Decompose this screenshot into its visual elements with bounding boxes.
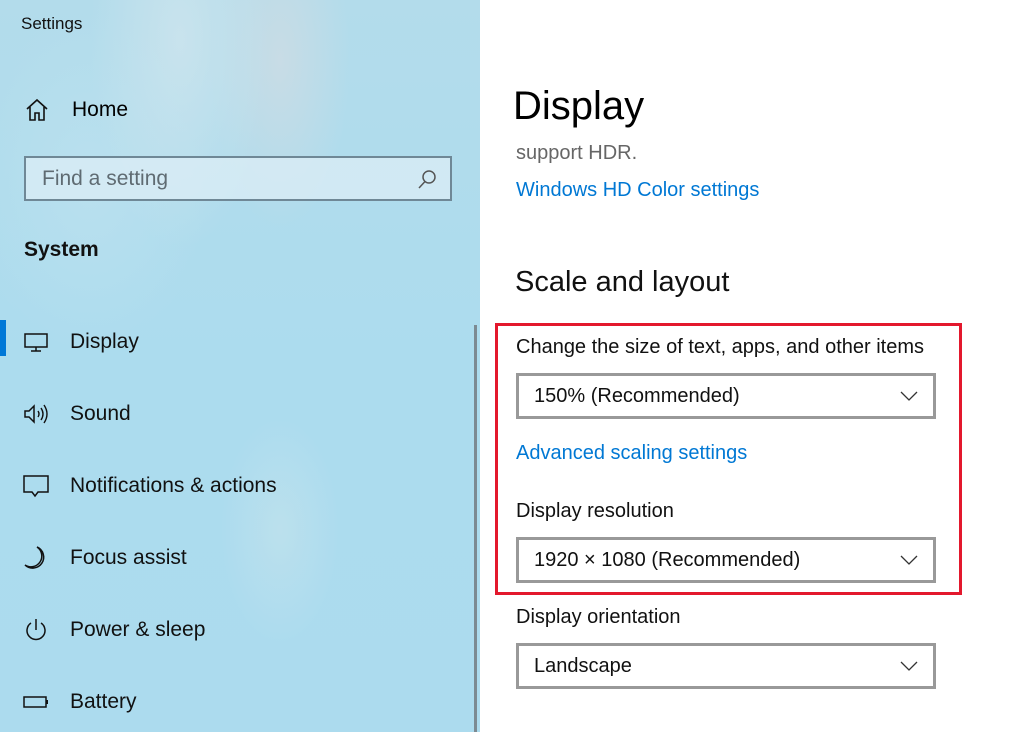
sidebar-item-label: Notifications & actions bbox=[70, 474, 277, 497]
moon-icon bbox=[23, 545, 49, 571]
advanced-scaling-settings-link[interactable]: Advanced scaling settings bbox=[516, 442, 747, 465]
resolution-value: 1920 × 1080 (Recommended) bbox=[534, 548, 801, 571]
search-box[interactable] bbox=[24, 156, 452, 201]
sidebar-item-notifications[interactable]: Notifications & actions bbox=[0, 450, 470, 522]
sidebar-scrollbar[interactable] bbox=[474, 325, 477, 732]
resolution-label: Display resolution bbox=[516, 500, 674, 522]
chevron-down-icon bbox=[900, 391, 918, 401]
sidebar-item-label: Focus assist bbox=[70, 546, 187, 569]
orientation-label: Display orientation bbox=[516, 606, 681, 628]
app-title: Settings bbox=[21, 14, 83, 33]
sidebar-item-label: Power & sleep bbox=[70, 618, 206, 641]
battery-icon bbox=[23, 689, 49, 715]
home-icon bbox=[26, 98, 48, 121]
chevron-down-icon bbox=[900, 661, 918, 671]
power-icon bbox=[23, 617, 49, 643]
sidebar-item-label: Display bbox=[70, 330, 139, 353]
home-label: Home bbox=[72, 98, 129, 121]
scale-value: 150% (Recommended) bbox=[534, 384, 740, 407]
sidebar: Settings Home System Display bbox=[0, 0, 480, 732]
sidebar-item-focus-assist[interactable]: Focus assist bbox=[0, 522, 470, 594]
page-title: Display bbox=[513, 84, 645, 128]
sidebar-item-display[interactable]: Display bbox=[0, 306, 470, 378]
sidebar-item-battery[interactable]: Battery bbox=[0, 666, 470, 738]
search-icon[interactable] bbox=[416, 168, 438, 190]
windows-hd-color-settings-link[interactable]: Windows HD Color settings bbox=[516, 179, 759, 202]
sidebar-item-label: Battery bbox=[70, 690, 137, 713]
hdr-support-text: support HDR. bbox=[516, 142, 638, 164]
sidebar-item-power-sleep[interactable]: Power & sleep bbox=[0, 594, 470, 666]
section-label-system: System bbox=[24, 238, 99, 261]
orientation-dropdown[interactable]: Landscape bbox=[516, 643, 936, 689]
chevron-down-icon bbox=[900, 555, 918, 565]
main-panel: Display support HDR. Windows HD Color se… bbox=[480, 0, 1023, 732]
nav-home[interactable]: Home bbox=[24, 92, 324, 128]
section-title-scale-layout: Scale and layout bbox=[515, 266, 730, 298]
orientation-value: Landscape bbox=[534, 654, 632, 677]
sidebar-item-sound[interactable]: Sound bbox=[0, 378, 470, 450]
nav-list: Display Sound Notifications & actions Fo… bbox=[0, 306, 470, 738]
notification-icon bbox=[23, 473, 49, 499]
search-input[interactable] bbox=[26, 165, 416, 192]
monitor-icon bbox=[23, 329, 49, 355]
sidebar-item-label: Sound bbox=[70, 402, 131, 425]
speaker-icon bbox=[23, 401, 49, 427]
scale-label: Change the size of text, apps, and other… bbox=[516, 336, 925, 358]
scale-dropdown[interactable]: 150% (Recommended) bbox=[516, 373, 936, 419]
resolution-dropdown[interactable]: 1920 × 1080 (Recommended) bbox=[516, 537, 936, 583]
